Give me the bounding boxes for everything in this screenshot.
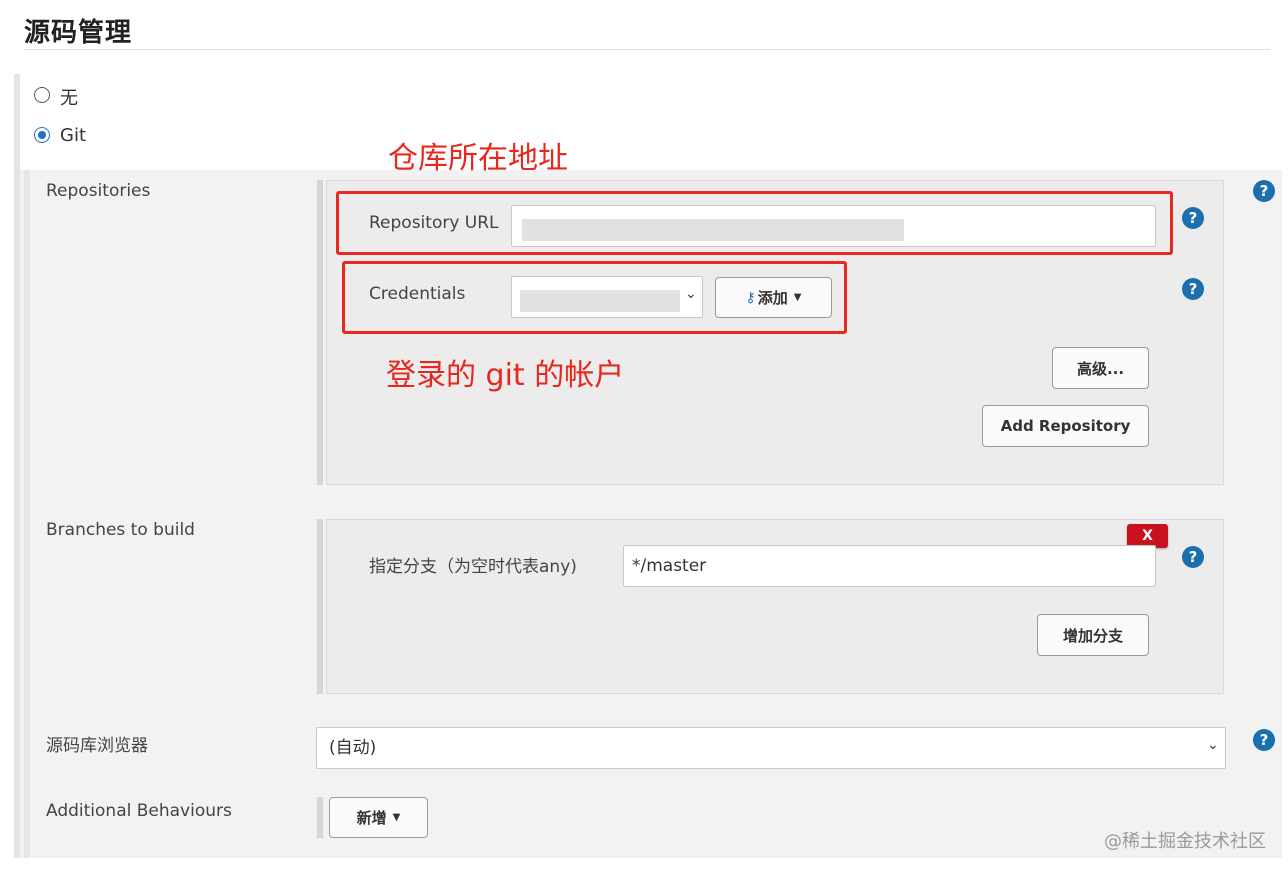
add-branch-button[interactable]: 增加分支 [1037, 614, 1149, 656]
add-repository-button[interactable]: Add Repository [982, 405, 1149, 447]
scm-radio-group [20, 74, 1282, 170]
repository-browser-chevron-down-icon: ⌄ [1207, 737, 1219, 753]
section-title: 源码管理 [24, 18, 133, 48]
radio-git-label: Git [60, 125, 87, 146]
caret-down-icon: ▼ [392, 812, 401, 823]
repository-browser-help-icon[interactable]: ? [1253, 729, 1275, 751]
additional-behaviours-label: Additional Behaviours [46, 801, 232, 821]
annotation-repo-address: 仓库所在地址 [388, 141, 568, 176]
radio-none[interactable] [34, 87, 50, 103]
repositories-help-icon[interactable]: ? [1253, 180, 1275, 202]
branch-specifier-label: 指定分支（为空时代表any) [369, 557, 577, 577]
annotation-box-repository-url [336, 191, 1173, 255]
behaviours-bar [317, 797, 323, 838]
repositories-subpanel-bar [317, 180, 323, 485]
branch-specifier-help-icon[interactable]: ? [1182, 546, 1204, 568]
radio-git[interactable] [34, 127, 50, 143]
annotation-box-credentials [342, 261, 847, 334]
repository-browser-select[interactable]: (自动) [316, 727, 1226, 769]
branches-subpanel-bar [317, 519, 323, 694]
add-behaviour-label: 新增 [356, 809, 387, 827]
branch-specifier-input[interactable]: */master [623, 545, 1156, 587]
add-behaviour-button[interactable]: 新增 ▼ [329, 797, 428, 838]
git-config-bar [24, 170, 30, 858]
branches-label: Branches to build [46, 520, 195, 540]
watermark: @稀土掘金技术社区 [1104, 831, 1266, 852]
repositories-label: Repositories [46, 181, 151, 201]
repository-url-help-icon[interactable]: ? [1182, 207, 1204, 229]
credentials-help-icon[interactable]: ? [1182, 278, 1204, 300]
radio-none-label: 无 [60, 88, 78, 109]
advanced-button[interactable]: 高级... [1052, 347, 1149, 389]
title-divider [24, 49, 1270, 50]
annotation-git-account: 登录的 git 的帐户 [386, 358, 625, 393]
repository-browser-label: 源码库浏览器 [46, 736, 148, 756]
